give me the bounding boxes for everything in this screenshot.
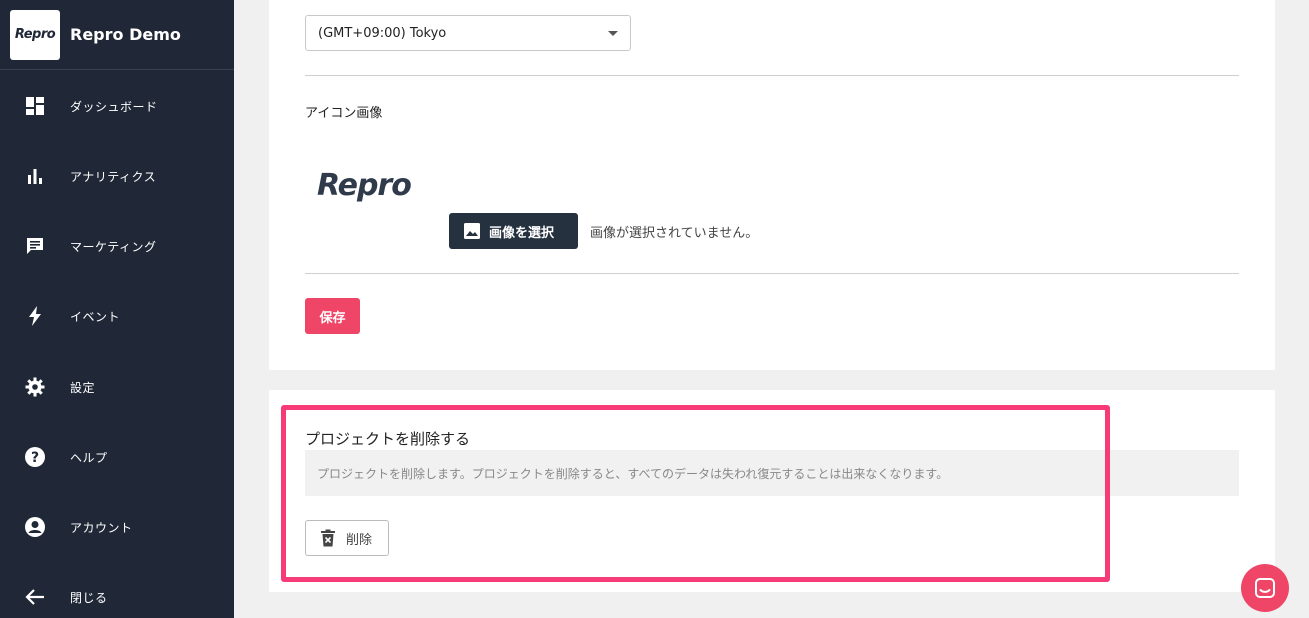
save-button[interactable]: 保存 — [305, 298, 360, 334]
sidebar-item-label: マーケティング — [70, 239, 157, 254]
select-image-label: 画像を選択 — [489, 225, 555, 241]
sidebar-item-marketing[interactable]: マーケティング — [0, 226, 234, 266]
dashboard-icon — [24, 95, 46, 117]
sidebar-item-events[interactable]: イベント — [0, 296, 234, 336]
gear-icon — [24, 376, 46, 398]
sidebar-item-settings[interactable]: 設定 — [0, 367, 234, 407]
sidebar-item-help[interactable]: ? ヘルプ — [0, 437, 234, 477]
sidebar-item-label: アカウント — [70, 520, 133, 535]
brand-logo[interactable]: Repro — [10, 9, 60, 60]
delete-project-description: プロジェクトを削除します。プロジェクトを削除すると、すべてのデータは失われ復元す… — [305, 450, 1239, 496]
sidebar-item-label: 閉じる — [70, 590, 108, 605]
delete-project-button[interactable]: 削除 — [305, 520, 389, 556]
sidebar-item-analytics[interactable]: アナリティクス — [0, 156, 234, 196]
bar-chart-icon — [24, 165, 46, 187]
help-icon: ? — [24, 446, 46, 468]
brand-header: Repro Repro Demo — [0, 0, 234, 70]
trash-icon — [321, 529, 335, 547]
sidebar-item-label: イベント — [70, 309, 121, 324]
no-image-status: 画像が選択されていません。 — [590, 226, 759, 241]
delete-label: 削除 — [346, 532, 373, 548]
delete-project-card: プロジェクトを削除する プロジェクトを削除します。プロジェクトを削除すると、すべ… — [269, 390, 1275, 592]
timezone-select[interactable]: (GMT+09:00) Tokyo — [305, 15, 631, 51]
image-icon — [464, 223, 480, 239]
sidebar-item-label: アナリティクス — [70, 169, 157, 184]
sidebar-item-label: ヘルプ — [70, 450, 108, 465]
timezone-value: (GMT+09:00) Tokyo — [318, 25, 447, 41]
chat-widget-button[interactable] — [1241, 564, 1289, 612]
sidebar: Repro Repro Demo ダッシュボード アナリティクス マーケティング… — [0, 0, 234, 618]
account-icon — [24, 516, 46, 538]
sidebar-item-dashboard[interactable]: ダッシュボード — [0, 86, 234, 126]
select-image-button[interactable]: 画像を選択 — [449, 213, 578, 249]
icon-section-title: アイコン画像 — [305, 106, 383, 121]
divider — [305, 273, 1239, 274]
svg-text:?: ? — [31, 450, 39, 466]
chat-icon — [1255, 578, 1275, 598]
arrow-left-icon — [24, 586, 46, 608]
sidebar-item-label: 設定 — [70, 380, 96, 395]
delete-project-description-text: プロジェクトを削除します。プロジェクトを削除すると、すべてのデータは失われ復元す… — [317, 466, 949, 481]
sidebar-item-account[interactable]: アカウント — [0, 507, 234, 547]
bolt-icon — [24, 305, 46, 327]
project-icon-preview: Repro — [317, 168, 412, 203]
message-icon — [24, 235, 46, 257]
divider — [305, 75, 1239, 76]
project-settings-card: (GMT+09:00) Tokyo アイコン画像 Repro 画像を選択 画像が… — [269, 0, 1275, 370]
sidebar-item-close[interactable]: 閉じる — [0, 577, 234, 617]
sidebar-item-label: ダッシュボード — [70, 99, 158, 114]
caret-down-icon — [608, 31, 618, 36]
delete-project-title: プロジェクトを削除する — [305, 430, 471, 448]
project-name[interactable]: Repro Demo — [70, 25, 181, 44]
